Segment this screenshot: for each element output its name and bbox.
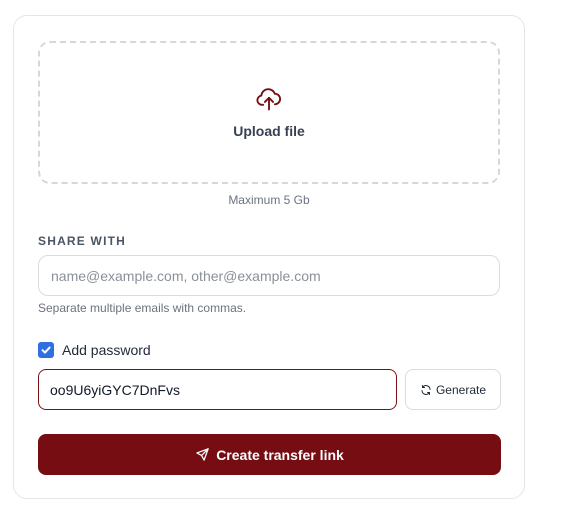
max-size-note: Maximum 5 Gb — [228, 193, 310, 207]
checkmark-icon — [41, 346, 51, 354]
add-password-row[interactable]: Add password — [38, 342, 151, 358]
refresh-icon — [421, 384, 431, 395]
cloud-upload-icon — [256, 88, 282, 111]
add-password-checkbox[interactable] — [38, 342, 54, 358]
upload-label: Upload file — [233, 123, 305, 139]
add-password-label: Add password — [62, 342, 151, 358]
generate-label: Generate — [435, 382, 487, 397]
upload-dropzone[interactable]: Upload file — [38, 41, 500, 184]
email-helper-text: Separate multiple emails with commas. — [38, 301, 247, 315]
send-icon — [196, 448, 209, 461]
email-input[interactable] — [38, 255, 500, 296]
create-transfer-link-button[interactable]: Create transfer link — [38, 434, 501, 475]
generate-password-button[interactable]: Generate — [405, 369, 501, 410]
submit-label: Create transfer link — [216, 446, 344, 463]
password-input[interactable] — [38, 369, 397, 410]
transfer-card: Upload file Maximum 5 Gb SHARE WITH Sepa… — [13, 15, 525, 499]
share-with-heading: SHARE WITH — [38, 234, 126, 248]
